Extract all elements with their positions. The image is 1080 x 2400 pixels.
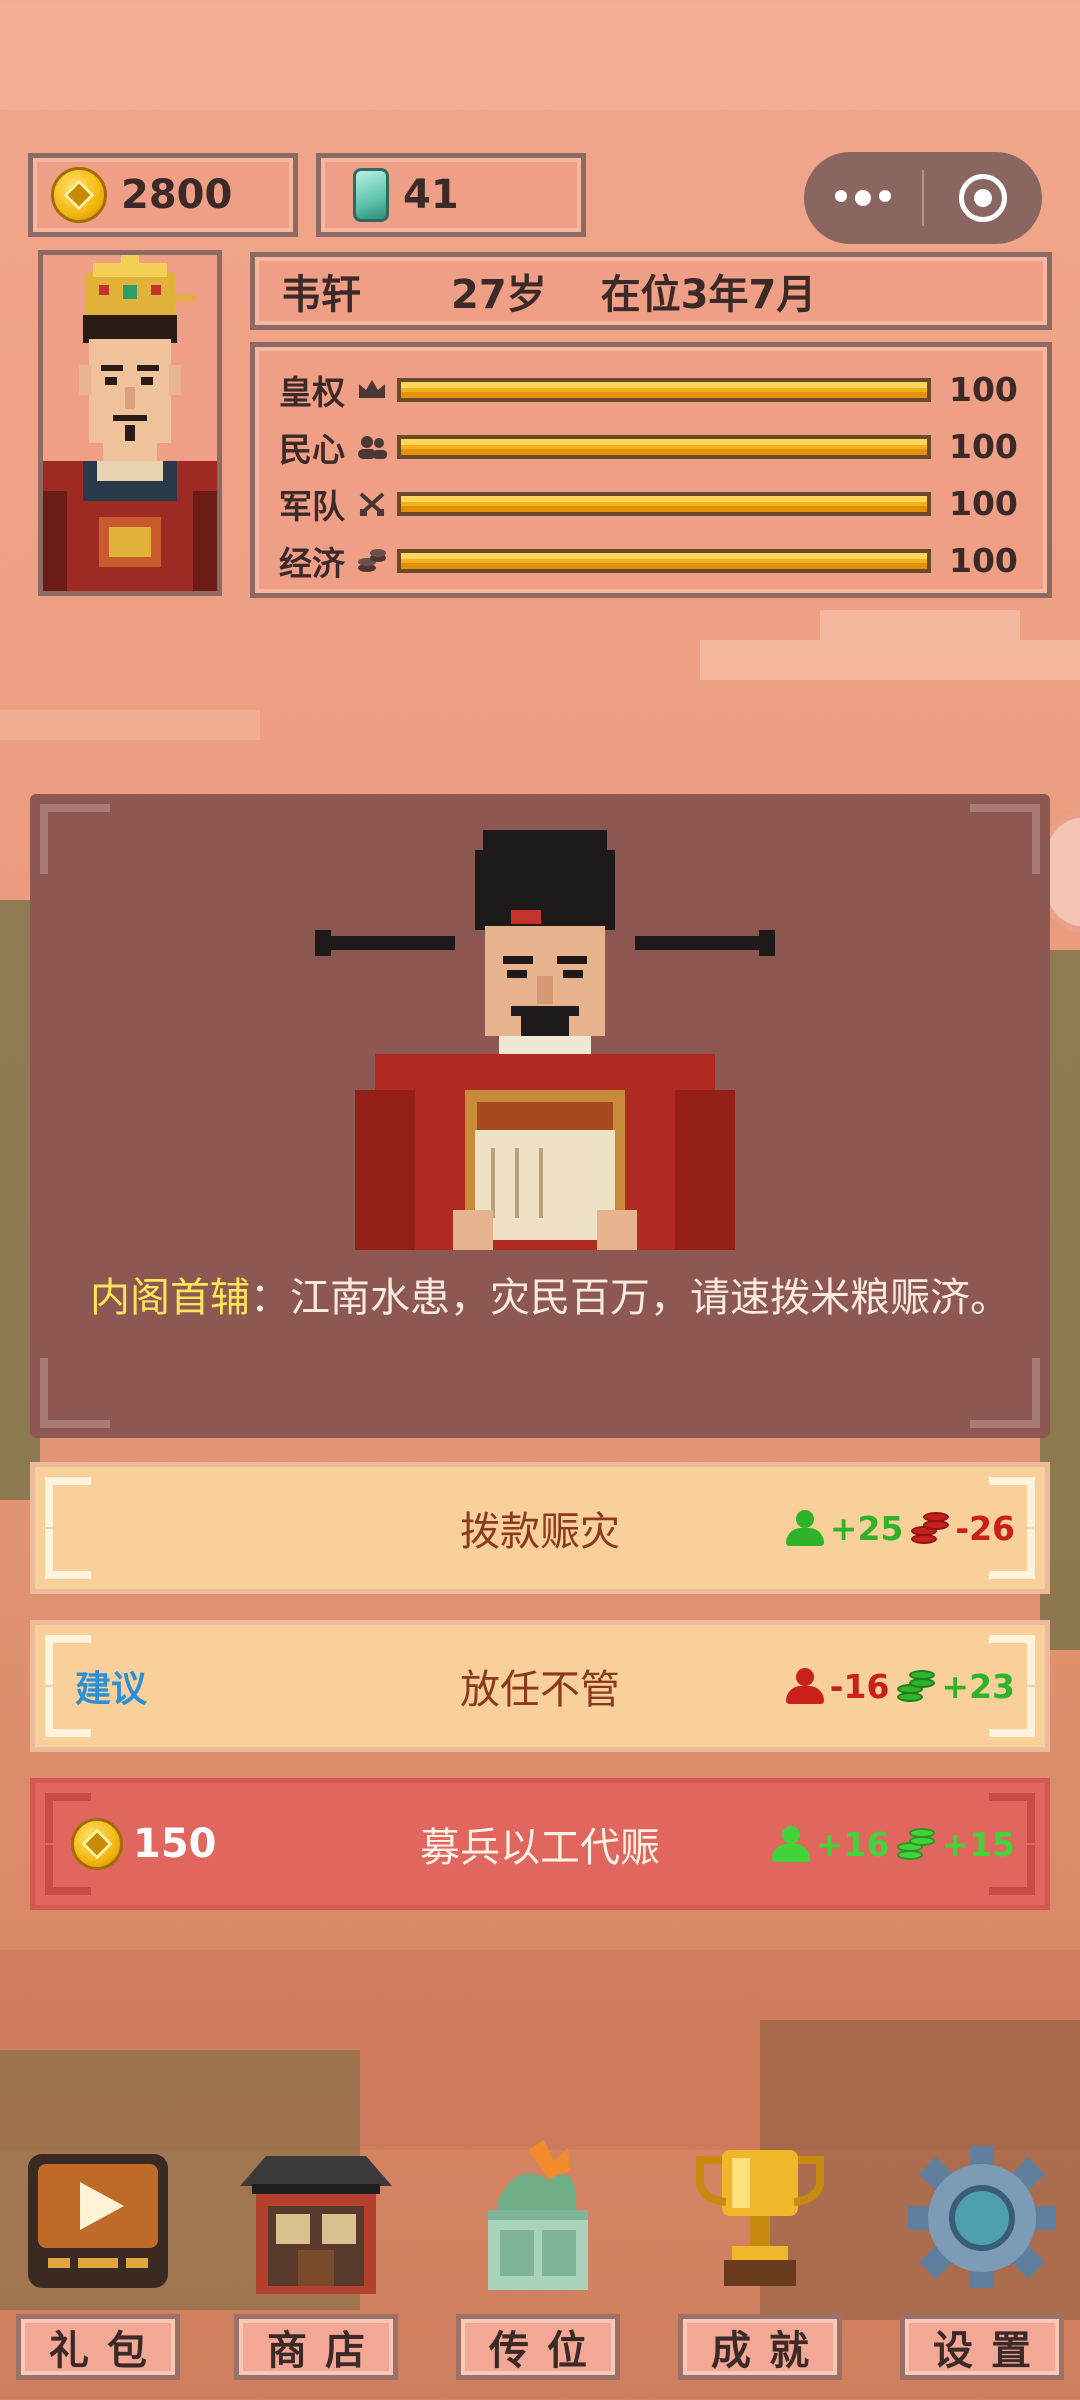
jade-value: 41: [403, 172, 459, 218]
effect-economy: +23: [895, 1667, 1015, 1706]
speaker-separator: ：: [250, 1275, 290, 1321]
nav-label: 商店: [234, 2314, 398, 2380]
gold-coin-icon: [51, 167, 107, 223]
emperor-age: 27岁: [451, 272, 547, 318]
stat-bar: [397, 434, 931, 459]
stat-row-army: 军队 100: [279, 475, 1025, 532]
stat-value: 100: [949, 370, 1018, 409]
bottom-nav: 礼包 商店 传位 成就 设置: [0, 2140, 1080, 2400]
choice-button-ignore[interactable]: 建议 放任不管 -16 +23: [30, 1620, 1050, 1752]
trophy-icon: [680, 2140, 840, 2300]
people-icon: [784, 1510, 826, 1546]
frame-corner: [970, 1358, 1040, 1428]
nav-item-settings[interactable]: 设置: [892, 2140, 1072, 2400]
effect-economy: -26: [909, 1509, 1015, 1548]
frame-corner: [40, 804, 110, 874]
emperor-info-bar: 韦轩 27岁 在位3年7月: [250, 252, 1052, 330]
effect-value: -16: [829, 1666, 890, 1706]
stat-label: 军队: [279, 486, 345, 526]
stat-bar: [397, 548, 931, 573]
stat-row-people: 民心 100: [279, 418, 1025, 475]
cloud-decoration: [0, 710, 260, 740]
choice-effects: -16 +23: [778, 1667, 1015, 1706]
effect-value: +25: [829, 1508, 904, 1548]
stat-label: 皇权: [279, 372, 345, 412]
people-icon: [784, 1668, 826, 1704]
emperor-name: 韦轩: [281, 272, 361, 318]
shop-building-icon: [236, 2140, 396, 2300]
stat-label: 民心: [279, 429, 345, 469]
event-dialog: 内阁首辅：江南水患，灾民百万，请速拨米粮赈济。: [90, 1268, 1010, 1328]
stat-label: 经济: [279, 543, 345, 583]
minister-portrait: [315, 830, 775, 1250]
effect-economy: +15: [895, 1825, 1015, 1864]
jade-seal-icon: [458, 2140, 618, 2300]
nav-label: 礼包: [16, 2314, 180, 2380]
nav-item-gift[interactable]: 礼包: [8, 2140, 188, 2400]
gold-value: 2800: [121, 172, 233, 218]
emperor-avatar: [43, 255, 217, 591]
choice-effects: +16 +15: [764, 1825, 1015, 1864]
reign-duration: 在位3年7月: [600, 272, 817, 318]
emperor-portrait[interactable]: [38, 250, 222, 596]
miniprogram-capsule: [804, 152, 1042, 244]
nav-label: 设置: [900, 2314, 1064, 2380]
people-icon: [355, 433, 389, 461]
cloud-decoration: [0, 0, 1080, 110]
nav-item-shop[interactable]: 商店: [226, 2140, 406, 2400]
event-card: 内阁首辅：江南水患，灾民百万，请速拨米粮赈济。: [30, 794, 1050, 1438]
effect-value: +16: [815, 1824, 890, 1864]
target-close-icon[interactable]: [924, 174, 1042, 222]
nav-item-achievement[interactable]: 成就: [670, 2140, 850, 2400]
stat-row-economy: 经济 100: [279, 532, 1025, 589]
stat-value: 100: [949, 484, 1018, 523]
jade-icon: [353, 168, 389, 222]
nav-item-succession[interactable]: 传位: [448, 2140, 628, 2400]
event-message: 江南水患，灾民百万，请速拨米粮赈济。: [290, 1275, 1010, 1321]
effect-value: -26: [955, 1508, 1015, 1548]
choice-button-relief[interactable]: 拨款赈灾 +25 -26: [30, 1462, 1050, 1594]
people-icon: [770, 1826, 812, 1862]
effect-people: -16: [784, 1666, 890, 1706]
frame-corner: [40, 1358, 110, 1428]
gold-counter[interactable]: 2800: [28, 153, 298, 237]
more-dots-icon[interactable]: [804, 190, 922, 206]
coins-icon: [895, 1668, 937, 1704]
frame-corner: [970, 804, 1040, 874]
stats-panel: 皇权 100 民心 100 军队 100 经济 100: [250, 342, 1052, 598]
coins-icon: [355, 547, 389, 575]
effect-value: +23: [941, 1666, 1015, 1706]
choice-effects: +25 -26: [778, 1509, 1015, 1548]
cloud-decoration: [700, 640, 1080, 680]
effect-people: +25: [784, 1508, 904, 1548]
stat-bar: [397, 491, 931, 516]
stat-bar: [397, 377, 931, 402]
nav-label: 成就: [678, 2314, 842, 2380]
effect-people: +16: [770, 1824, 890, 1864]
speaker-name: 内阁首辅: [90, 1275, 250, 1321]
choice-button-work-relief[interactable]: 150 募兵以工代赈 +16 +15: [30, 1778, 1050, 1910]
cloud-decoration: [820, 610, 1020, 640]
coins-icon: [909, 1510, 951, 1546]
nav-label: 传位: [456, 2314, 620, 2380]
stat-value: 100: [949, 427, 1018, 466]
coins-icon: [895, 1826, 937, 1862]
stat-row-authority: 皇权 100: [279, 361, 1025, 418]
video-play-icon: [18, 2140, 178, 2300]
gear-icon: [902, 2140, 1062, 2300]
crown-icon: [355, 376, 389, 404]
effect-value: +15: [941, 1824, 1015, 1864]
stat-value: 100: [949, 541, 1018, 580]
jade-counter[interactable]: 41: [316, 153, 586, 237]
swords-icon: [355, 490, 389, 518]
